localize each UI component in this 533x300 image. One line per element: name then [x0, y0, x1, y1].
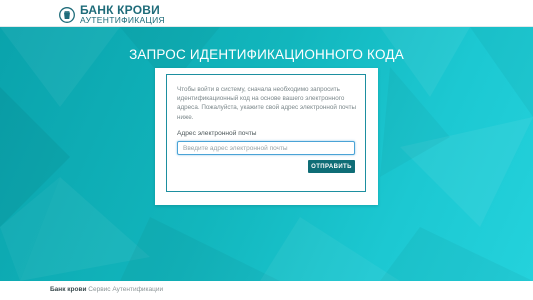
footer-service: Сервис Аутентификации [88, 286, 164, 293]
logo[interactable]: БАНК КРОВИ АУТЕНТИФИКАЦИЯ [59, 4, 165, 26]
intro-text: Чтобы войти в систему, сначала необходим… [177, 86, 357, 121]
email-field[interactable] [177, 141, 355, 155]
request-code-card: Чтобы войти в систему, сначала необходим… [155, 68, 378, 205]
request-code-form: Чтобы войти в систему, сначала необходим… [166, 74, 366, 192]
send-button[interactable]: ОТПРАВИТЬ [308, 160, 355, 173]
footer-brand: Банк крови [50, 286, 87, 293]
email-label: Адрес электронной почты [177, 130, 257, 137]
hero-background: ЗАПРОС ИДЕНТИФИКАЦИОННОГО КОДА Чтобы вой… [0, 27, 533, 281]
page-title: ЗАПРОС ИДЕНТИФИКАЦИОННОГО КОДА [129, 47, 404, 62]
footer-text: Банк крови Сервис Аутентификации [50, 286, 163, 293]
footer: Банк крови Сервис Аутентификации [0, 281, 533, 300]
blood-drop-shield-icon [59, 6, 75, 23]
top-header: БАНК КРОВИ АУТЕНТИФИКАЦИЯ [0, 0, 533, 27]
logo-subtitle: АУТЕНТИФИКАЦИЯ [80, 15, 165, 26]
